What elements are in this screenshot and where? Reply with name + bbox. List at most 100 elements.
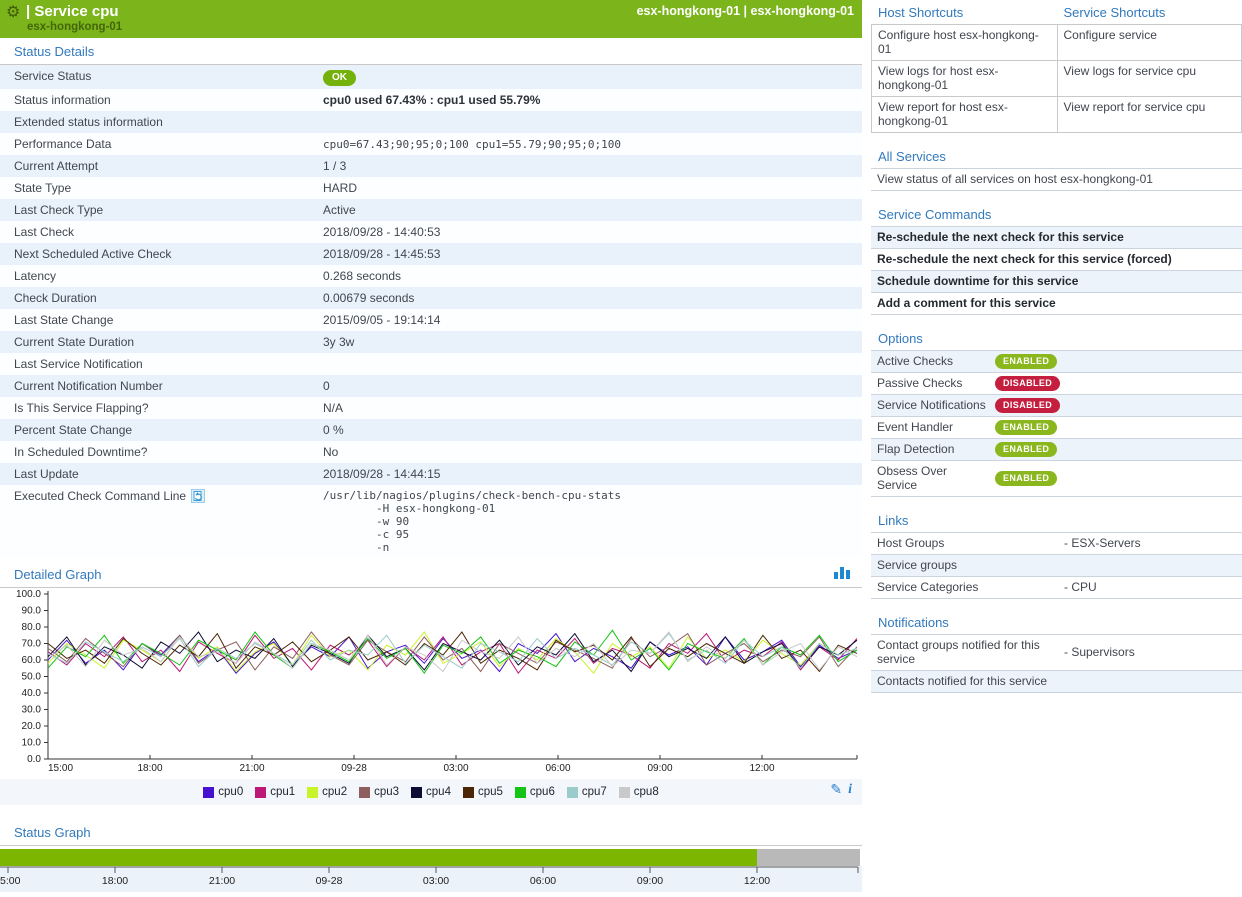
link-label: Service groups [871, 555, 1058, 576]
svg-text:5:00: 5:00 [0, 875, 21, 887]
link-value[interactable]: - CPU [1058, 577, 1103, 598]
status-row: Last Service Notification [0, 353, 862, 375]
service-shortcut-link[interactable]: View logs for service cpu [1057, 61, 1242, 96]
legend-label: cpu1 [270, 786, 295, 798]
service-shortcuts-title: Service Shortcuts [1057, 0, 1242, 24]
service-command-link[interactable]: Add a comment for this service [871, 293, 1062, 314]
link-value[interactable]: - ESX-Servers [1058, 533, 1147, 554]
service-shortcut-link[interactable]: Configure service [1057, 25, 1242, 60]
options-section: Options Active Checks ENABLED Passive Ch… [871, 326, 1242, 497]
option-label: Obsess Over Service [871, 461, 995, 496]
status-row-value: 0.268 seconds [323, 269, 401, 283]
status-row: Status information cpu0 used 67.43% : cp… [0, 89, 862, 111]
status-row-label: Last Service Notification [14, 357, 143, 371]
detailed-graph-title: Detailed Graph [0, 561, 862, 587]
shortcut-row: Configure host esx-hongkong-01 Configure… [872, 25, 1241, 60]
svg-text:100.0: 100.0 [16, 589, 41, 600]
option-label: Active Checks [871, 351, 995, 372]
bar-chart-icon[interactable] [834, 567, 850, 579]
svg-text:09-28: 09-28 [341, 763, 367, 774]
links-section: Links Host Groups - ESX-Servers Service … [871, 508, 1242, 599]
status-details-header: Status Details [0, 38, 862, 65]
gear-icon[interactable]: ⚙ [6, 2, 20, 22]
shortcuts-table: Configure host esx-hongkong-01 Configure… [871, 24, 1242, 133]
option-state-badge[interactable]: ENABLED [995, 420, 1057, 435]
status-row-value: 2015/09/05 - 19:14:14 [323, 313, 440, 327]
svg-text:06:00: 06:00 [530, 875, 556, 887]
option-row: Passive Checks DISABLED [871, 372, 1242, 394]
status-row-value: 0.00679 seconds [323, 291, 414, 305]
header-host-links[interactable]: esx-hongkong-01 | esx-hongkong-01 [637, 4, 854, 18]
status-details-title: Status Details [0, 38, 862, 64]
notification-label: Contact groups notified for this service [871, 635, 1058, 670]
status-row-value: 2018/09/28 - 14:44:15 [323, 467, 440, 481]
option-state-badge[interactable]: ENABLED [995, 354, 1057, 369]
legend-label: cpu8 [634, 786, 659, 798]
service-command-row: Schedule downtime for this service [871, 270, 1242, 292]
legend-swatch [255, 787, 266, 798]
detailed-graph-chart: 0.010.020.030.040.050.060.070.080.090.01… [0, 588, 862, 779]
status-row: Executed Check Command Line /usr/lib/nag… [0, 485, 862, 557]
option-state-badge[interactable]: DISABLED [995, 398, 1060, 413]
notification-value[interactable]: - Supervisors [1058, 642, 1141, 663]
status-row-label: In Scheduled Downtime? [14, 445, 147, 459]
status-row: Service Status OK [0, 65, 862, 89]
option-state-badge[interactable]: DISABLED [995, 376, 1060, 391]
service-command-link[interactable]: Re-schedule the next check for this serv… [871, 249, 1178, 270]
status-details-table: Service Status OK Status information cpu… [0, 65, 862, 557]
edit-graph-icon[interactable]: ✎ [830, 781, 842, 798]
option-label: Event Handler [871, 417, 995, 438]
status-row-label: Last State Change [14, 313, 113, 327]
host-shortcut-link[interactable]: View report for host esx-hongkong-01 [872, 97, 1057, 132]
legend-label: cpu2 [322, 786, 347, 798]
page-header: ⚙ | Service cpu esx-hongkong-01 esx-hong… [0, 0, 862, 38]
host-shortcut-link[interactable]: Configure host esx-hongkong-01 [872, 25, 1057, 60]
legend-item: cpu5 [463, 786, 503, 798]
service-commands-title: Service Commands [871, 202, 1242, 226]
copy-icon[interactable] [191, 489, 205, 503]
svg-text:10.0: 10.0 [22, 738, 42, 749]
service-command-link[interactable]: Schedule downtime for this service [871, 271, 1084, 292]
option-row: Obsess Over Service ENABLED [871, 460, 1242, 497]
option-label: Passive Checks [871, 373, 995, 394]
option-state-badge[interactable]: ENABLED [995, 471, 1057, 486]
svg-text:09-28: 09-28 [316, 875, 343, 887]
info-icon[interactable]: i [848, 782, 852, 798]
notification-value[interactable] [1058, 678, 1070, 685]
option-state-badge[interactable]: ENABLED [995, 442, 1057, 457]
svg-text:21:00: 21:00 [209, 875, 235, 887]
status-row-label: Next Scheduled Active Check [14, 247, 171, 261]
host-shortcut-link[interactable]: View logs for host esx-hongkong-01 [872, 61, 1057, 96]
status-graph-section: Status Graph 5:0018:0021:0009-2803:0006:… [0, 819, 862, 892]
status-row: Last State Change 2015/09/05 - 19:14:14 [0, 309, 862, 331]
status-row-label: State Type [14, 181, 71, 195]
link-value[interactable] [1058, 562, 1070, 569]
status-row-label: Performance Data [14, 137, 111, 151]
legend-item: cpu0 [203, 786, 243, 798]
status-row: Performance Data cpu0=67.43;90;95;0;100 … [0, 133, 862, 155]
host-subtitle: esx-hongkong-01 [27, 21, 122, 33]
svg-text:20.0: 20.0 [22, 721, 42, 732]
service-command-link[interactable]: Re-schedule the next check for this serv… [871, 227, 1130, 248]
status-row: State Type HARD [0, 177, 862, 199]
status-graph-axis: 5:0018:0021:0009-2803:0006:0009:0012:00 [0, 866, 862, 892]
all-services-link[interactable]: View status of all services on host esx-… [871, 169, 1159, 190]
status-row: Latency 0.268 seconds [0, 265, 862, 287]
status-row-label: Last Check Type [14, 203, 103, 217]
side-panel: Host Shortcuts Service Shortcuts Configu… [871, 0, 1242, 693]
status-row-label: Check Duration [14, 291, 97, 305]
status-row-label: Status information [14, 93, 111, 107]
notifications-section: Notifications Contact groups notified fo… [871, 610, 1242, 693]
status-row-value: N/A [323, 401, 343, 415]
service-command-row: Re-schedule the next check for this serv… [871, 226, 1242, 248]
status-badge: OK [323, 70, 356, 86]
shortcut-row: View report for host esx-hongkong-01 Vie… [872, 96, 1241, 132]
status-row-label: Current Attempt [14, 159, 98, 173]
svg-text:06:00: 06:00 [545, 763, 570, 774]
status-row: Extended status information [0, 111, 862, 133]
legend-swatch [203, 787, 214, 798]
status-row: Last Update 2018/09/28 - 14:44:15 [0, 463, 862, 485]
svg-text:18:00: 18:00 [102, 875, 128, 887]
status-row-label: Is This Service Flapping? [14, 401, 149, 415]
service-shortcut-link[interactable]: View report for service cpu [1057, 97, 1242, 132]
